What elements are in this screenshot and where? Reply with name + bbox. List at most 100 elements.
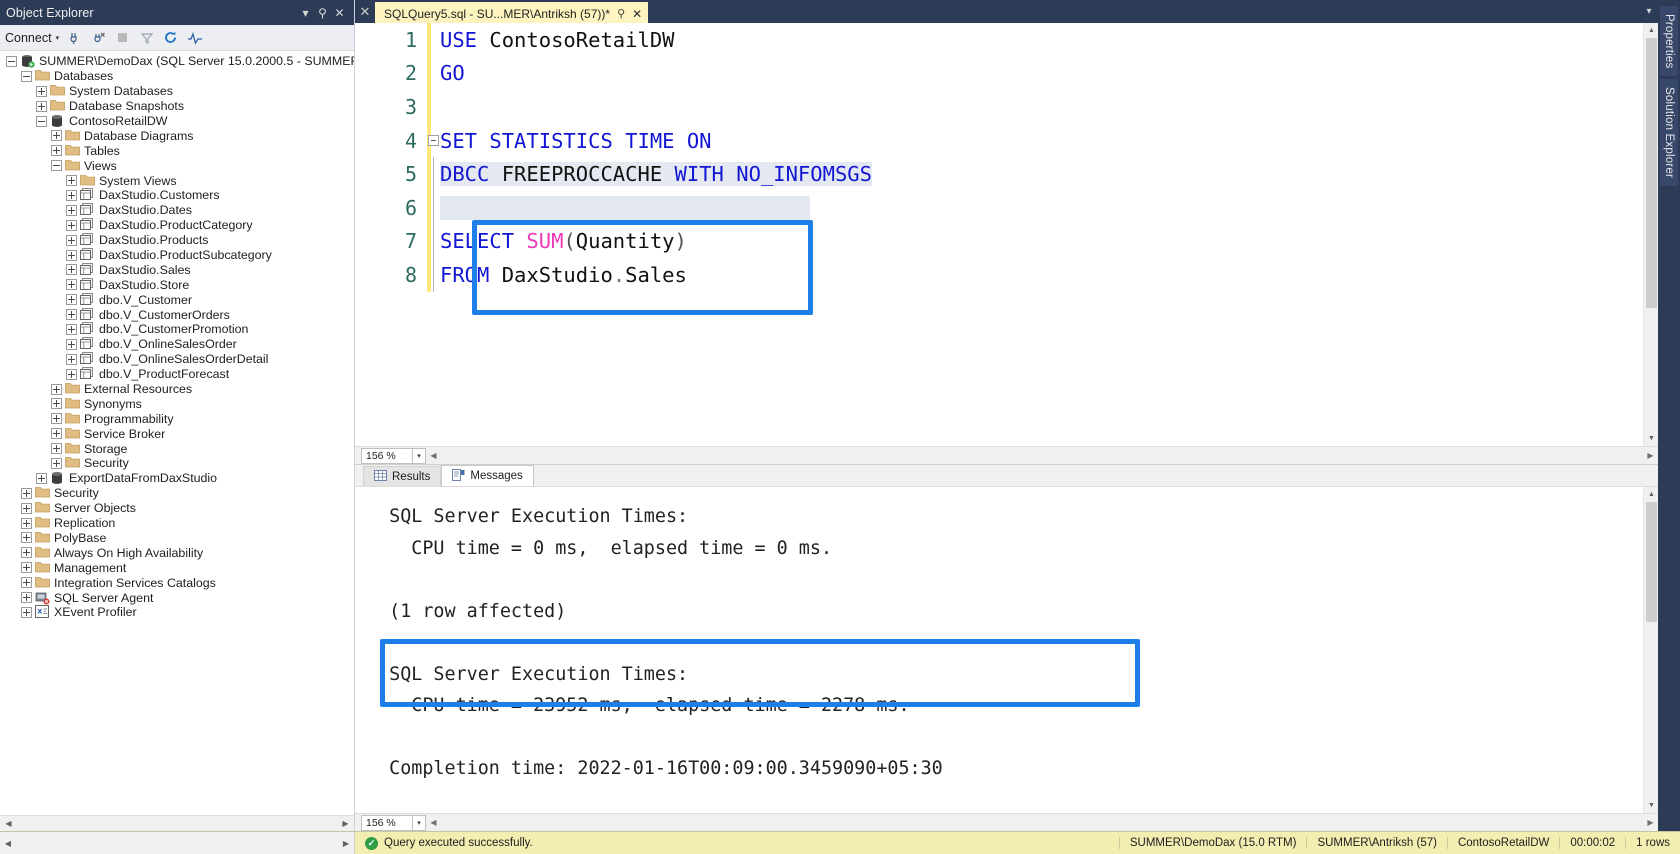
expand-icon[interactable] [51,145,62,157]
tree-node[interactable]: DaxStudio.Products [0,233,354,248]
code-text[interactable]: USE ContosoRetailDW [440,28,675,52]
expand-icon[interactable] [21,517,32,529]
editor-zoom-caret-icon[interactable]: ▾ [413,447,426,464]
expand-icon[interactable] [51,428,62,440]
expand-icon[interactable] [36,85,47,97]
tabstrip-close-icon[interactable]: ✕ [355,0,375,23]
tree-node[interactable]: Views [0,158,354,173]
hscroll-right-icon[interactable]: ▶ [1643,818,1658,827]
tree-node[interactable]: Database Snapshots [0,99,354,114]
code-line[interactable]: 8 FROM DaxStudio.Sales [369,258,1643,292]
code-line[interactable]: 6 [369,190,1643,225]
scroll-up-icon[interactable]: ▲ [1644,23,1658,38]
tree-node[interactable]: Replication [0,516,354,531]
editor-vscrollbar[interactable]: ▲ ▼ [1643,23,1658,446]
expand-icon[interactable] [21,562,32,574]
scroll-right-icon[interactable]: ▶ [337,819,354,828]
scroll-down-icon[interactable]: ▼ [1644,431,1658,446]
tree-node[interactable]: Integration Services Catalogs [0,575,354,590]
tree-node[interactable]: External Resources [0,382,354,397]
fold-column[interactable] [427,124,440,158]
refresh-icon[interactable] [162,29,179,46]
filter-icon[interactable] [138,29,155,46]
fold-column[interactable] [427,90,440,124]
code-text[interactable]: FROM DaxStudio.Sales [440,263,687,287]
tree-node[interactable]: SUMMER\DemoDax (SQL Server 15.0.2000.5 -… [0,54,354,69]
tree-node[interactable]: Synonyms [0,396,354,411]
tree-node[interactable]: Always On High Availability [0,545,354,560]
expand-icon[interactable] [36,100,47,112]
document-tab-sqlquery5[interactable]: SQLQuery5.sql - SU...MER\Antriksh (57))*… [375,2,649,23]
editor-hscroll-trough[interactable] [441,447,1643,465]
tree-node[interactable]: Tables [0,143,354,158]
expand-icon[interactable] [51,398,62,410]
object-explorer-status-scroll[interactable]: ◀ ▶ [0,831,355,854]
fold-column[interactable] [427,224,440,259]
tree-node[interactable]: Database Diagrams [0,128,354,143]
code-text[interactable]: SET STATISTICS TIME ON [440,129,712,153]
expand-icon[interactable] [66,189,77,201]
tree-node[interactable]: System Views [0,173,354,188]
expand-icon[interactable] [51,443,62,455]
expand-icon[interactable] [66,234,77,246]
expand-icon[interactable] [66,309,77,321]
close-icon[interactable]: ✕ [632,7,642,21]
expand-icon[interactable] [21,487,32,499]
expand-icon[interactable] [66,264,77,276]
code-text[interactable]: DBCC FREEPROCCACHE WITH NO_INFOMSGS [440,162,872,187]
scroll-right-icon[interactable]: ▶ [338,839,354,848]
tree-node[interactable]: dbo.V_OnlineSalesOrder [0,337,354,352]
fold-column[interactable] [427,23,440,57]
pin-icon[interactable]: ⚲ [314,6,331,20]
connect-button[interactable]: Connect ▾ [5,31,59,45]
fold-column[interactable] [427,258,440,292]
tree-node[interactable]: SQL Server Agent [0,590,354,605]
tree-node[interactable]: DaxStudio.Dates [0,203,354,218]
tree-node[interactable]: Databases [0,69,354,84]
scroll-up-icon[interactable]: ▲ [1644,487,1658,502]
tree-node[interactable]: DaxStudio.Sales [0,262,354,277]
fold-column[interactable] [427,57,440,91]
rail-tab-solution-explorer[interactable]: Solution Explorer [1660,79,1678,187]
expand-icon[interactable] [66,249,77,261]
sql-code-area[interactable]: 1 USE ContosoRetailDW 2 GO 3 4 SET STATISTICS … [369,23,1643,446]
rail-tab-properties[interactable]: Properties [1660,6,1678,77]
expand-icon[interactable] [21,577,32,589]
tree-node[interactable]: Service Broker [0,426,354,441]
disconnect-object-explorer-icon[interactable] [90,29,107,46]
expand-icon[interactable] [66,338,77,350]
panel-dropdown-icon[interactable]: ▾ [297,6,314,20]
tree-node[interactable]: System Databases [0,84,354,99]
expand-icon[interactable] [51,413,62,425]
expand-icon[interactable] [51,457,62,469]
object-explorer-hscrollbar[interactable]: ◀ ▶ [0,815,354,832]
messages-vscrollbar[interactable]: ▲ ▼ [1643,487,1658,813]
hscroll-right-icon[interactable]: ▶ [1643,451,1658,460]
fold-column[interactable] [427,190,440,225]
tab-messages[interactable]: Messages [441,465,534,486]
object-explorer-tree[interactable]: SUMMER\DemoDax (SQL Server 15.0.2000.5 -… [0,51,354,815]
expand-icon[interactable] [21,592,32,603]
expand-icon[interactable] [21,547,32,559]
pin-icon[interactable]: ⚲ [617,7,625,20]
code-line[interactable]: 2 GO [369,57,1643,91]
tree-node[interactable]: dbo.V_OnlineSalesOrderDetail [0,352,354,367]
expand-icon[interactable] [21,502,32,514]
expand-icon[interactable] [51,383,62,395]
expand-icon[interactable] [66,175,77,187]
expand-icon[interactable] [21,532,32,544]
connect-object-explorer-icon[interactable] [66,29,83,46]
tree-node[interactable]: DaxStudio.ProductCategory [0,218,354,233]
tree-node[interactable]: Security [0,486,354,501]
tree-node[interactable]: Security [0,456,354,471]
tree-node[interactable]: Storage [0,441,354,456]
tree-node[interactable]: dbo.V_Customer [0,292,354,307]
fold-column[interactable] [427,157,440,191]
scroll-left-icon[interactable]: ◀ [0,839,16,848]
expand-icon[interactable] [21,606,32,618]
tree-node[interactable]: DaxStudio.Customers [0,188,354,203]
code-line[interactable]: 7 SELECT SUM(Quantity) [369,224,1643,259]
scrollbar-thumb[interactable] [1646,38,1657,308]
tree-node[interactable]: ContosoRetailDW [0,114,354,129]
scroll-trough[interactable] [17,815,337,832]
